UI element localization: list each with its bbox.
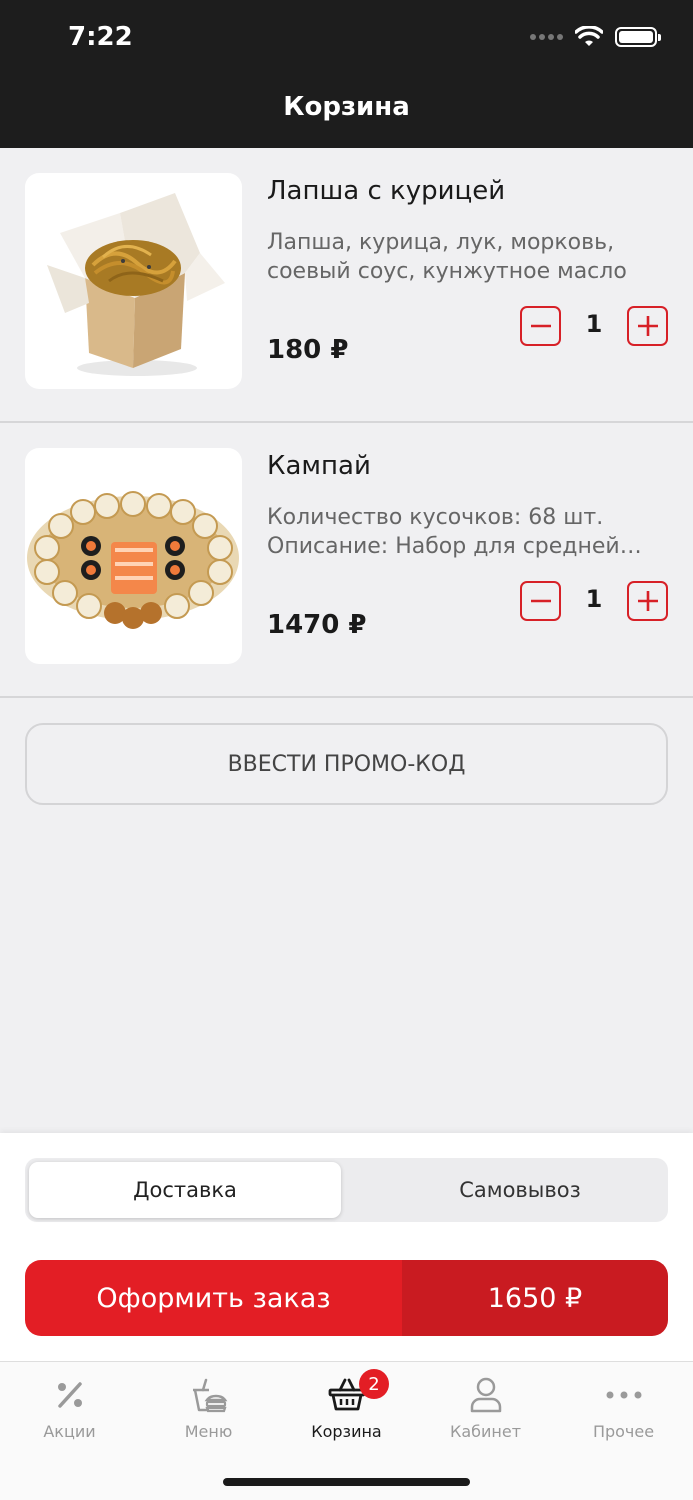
increase-quantity-button[interactable] [627,306,668,346]
tab-label: Корзина [311,1422,382,1441]
tab-label: Кабинет [449,1422,522,1441]
plus-icon [637,316,658,336]
minus-icon [530,324,551,328]
top-bar: 7:22 Корзина [0,0,693,148]
decrease-quantity-button[interactable] [520,306,561,346]
item-name: Лапша с курицей [267,176,506,206]
item-description-line: соевый соус, кунжутное масло [267,259,627,284]
wifi-icon [575,26,603,46]
user-icon [470,1377,501,1413]
status-icons [530,26,661,48]
tab-menu[interactable]: Меню [139,1376,278,1446]
more-dots-icon [606,1391,641,1399]
delivery-method-segmented-control: Доставка Самовывоз [25,1158,668,1222]
battery-icon [615,27,661,47]
cart-count-badge: 2 [359,1369,389,1399]
page-title: Корзина [283,92,410,122]
item-price: 180 ₽ [267,335,349,365]
status-time: 7:22 [68,22,133,52]
tab-promotions[interactable]: Акции [0,1376,139,1446]
sushi-set-icon [25,448,242,664]
promo-code-button[interactable]: ВВЕСТИ ПРОМО-КОД [25,723,668,805]
item-description: Лапша, курица, лук, морковь, соевый соус… [267,228,667,286]
tab-label: Меню [184,1422,233,1441]
place-order-button[interactable]: Оформить заказ 1650 ₽ [25,1260,668,1336]
item-quantity: 1 [585,310,603,338]
item-description: Количество кусочков: 68 шт. Описание: На… [267,503,667,561]
item-description-line: Описание: Набор для средней… [267,534,642,559]
cellular-signal-icon [530,34,563,40]
checkout-panel: Доставка Самовывоз Оформить заказ 1650 ₽ [0,1133,693,1361]
tab-account[interactable]: Кабинет [416,1376,555,1446]
tab-cart[interactable]: 2 Корзина [277,1369,416,1446]
item-quantity: 1 [585,585,603,613]
tab-more[interactable]: Прочее [554,1376,693,1446]
increase-quantity-button[interactable] [627,581,668,621]
home-indicator [223,1478,470,1486]
plus-icon [637,591,658,611]
delivery-option[interactable]: Доставка [29,1162,341,1218]
order-total: 1650 ₽ [402,1260,668,1336]
cart-item[interactable]: Лапша с курицей Лапша, курица, лук, морк… [0,148,693,423]
noodle-box-icon [25,173,242,389]
tab-label: Прочее [592,1422,655,1441]
item-price: 1470 ₽ [267,610,367,640]
percent-icon [57,1382,82,1408]
item-description-line: Лапша, курица, лук, морковь, [267,230,615,255]
minus-icon [530,599,551,603]
menu-food-icon [192,1378,227,1413]
item-description-line: Количество кусочков: 68 шт. [267,505,604,530]
cart-item[interactable]: Кампай Количество кусочков: 68 шт. Описа… [0,423,693,698]
pickup-option[interactable]: Самовывоз [364,1162,676,1218]
item-name: Кампай [267,451,371,481]
decrease-quantity-button[interactable] [520,581,561,621]
tab-label: Акции [43,1422,96,1441]
place-order-label: Оформить заказ [25,1260,402,1336]
